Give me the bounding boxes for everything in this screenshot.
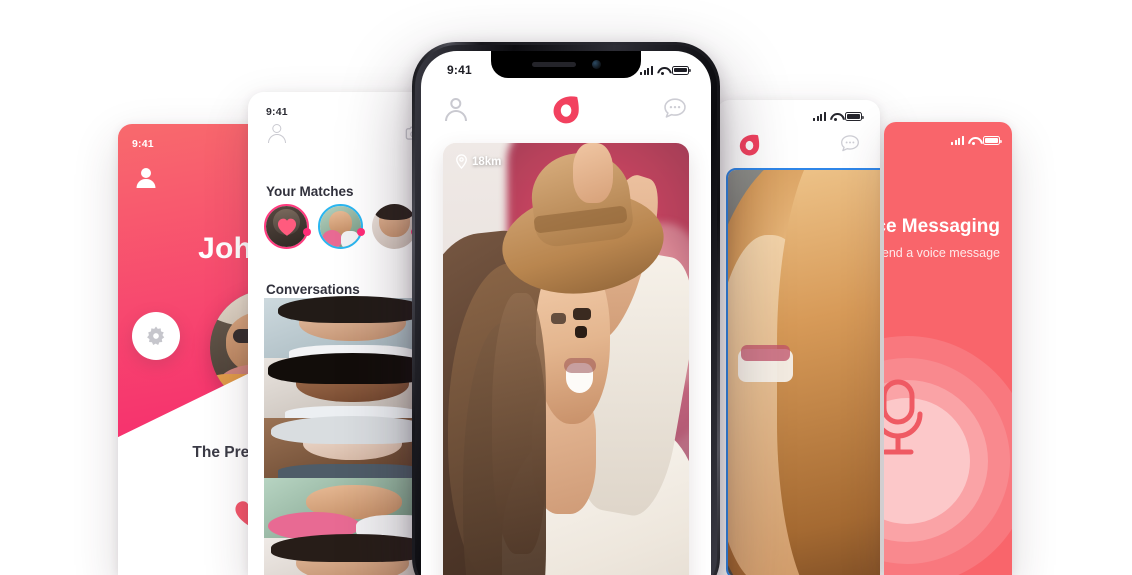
distance-value: 18km	[472, 155, 502, 168]
back-status-bar	[736, 112, 864, 121]
signal-icon	[951, 136, 964, 145]
voice-messaging-screen: Voice Messaging Send a voice message	[884, 122, 1012, 575]
phone-mockup-scene: 9:41 John The Premium 9:41 Your Matches …	[0, 0, 1132, 575]
discover-photo-card[interactable]: 18km	[443, 143, 689, 575]
matches-status-bar: 9:41	[266, 106, 425, 118]
profile-photo-card[interactable]	[726, 168, 880, 575]
match-avatar-3[interactable]	[372, 204, 419, 249]
status-time: 9:41	[132, 138, 154, 150]
chat-bubble-icon[interactable]	[840, 134, 860, 154]
match-avatar-2[interactable]	[318, 204, 365, 249]
distance-badge: 18km	[455, 154, 501, 169]
voice-title: Voice Messaging	[884, 216, 1000, 237]
battery-icon	[983, 136, 1002, 145]
battery-icon	[845, 112, 864, 121]
new-match-dot	[303, 228, 311, 236]
avatar	[264, 295, 441, 363]
avatar	[264, 353, 441, 423]
avatar	[264, 415, 441, 483]
voice-subtitle: Send a voice message	[884, 246, 1000, 260]
leaf-logo-icon[interactable]	[551, 94, 580, 124]
voice-status-bar	[894, 136, 1002, 145]
conversations-title: Conversations	[266, 282, 360, 297]
person-icon[interactable]	[445, 97, 467, 121]
avatar	[264, 478, 441, 542]
card-photo	[728, 170, 880, 575]
settings-button[interactable]	[132, 312, 180, 360]
wifi-icon	[657, 66, 668, 75]
location-pin-icon	[456, 154, 467, 169]
wifi-icon	[968, 136, 979, 145]
status-time: 9:41	[447, 63, 472, 77]
center-status-bar: 9:41	[447, 63, 691, 77]
gear-icon	[147, 326, 165, 345]
match-avatar-1[interactable]	[264, 204, 311, 249]
center-phone-device: 9:41 18km	[412, 42, 720, 575]
microphone-icon[interactable]	[884, 378, 926, 458]
person-icon[interactable]	[136, 168, 155, 188]
leaf-logo-icon[interactable]	[738, 133, 760, 156]
status-time: 9:41	[266, 106, 288, 118]
center-nav-bar	[445, 94, 687, 124]
wifi-icon	[830, 112, 841, 121]
signal-icon	[640, 65, 653, 75]
discover-back-screen	[716, 100, 880, 575]
discover-photo	[443, 143, 689, 575]
chat-bubble-icon[interactable]	[663, 97, 687, 121]
heart-icon	[277, 218, 296, 236]
your-matches-title: Your Matches	[266, 184, 354, 199]
new-match-dot	[357, 228, 365, 236]
matches-nav-bar	[268, 120, 423, 146]
discover-screen: 9:41 18km	[421, 51, 711, 575]
battery-icon	[672, 65, 691, 75]
signal-icon	[813, 112, 826, 121]
back-nav-bar	[738, 132, 860, 156]
avatar	[264, 534, 441, 575]
person-icon[interactable]	[268, 123, 286, 143]
